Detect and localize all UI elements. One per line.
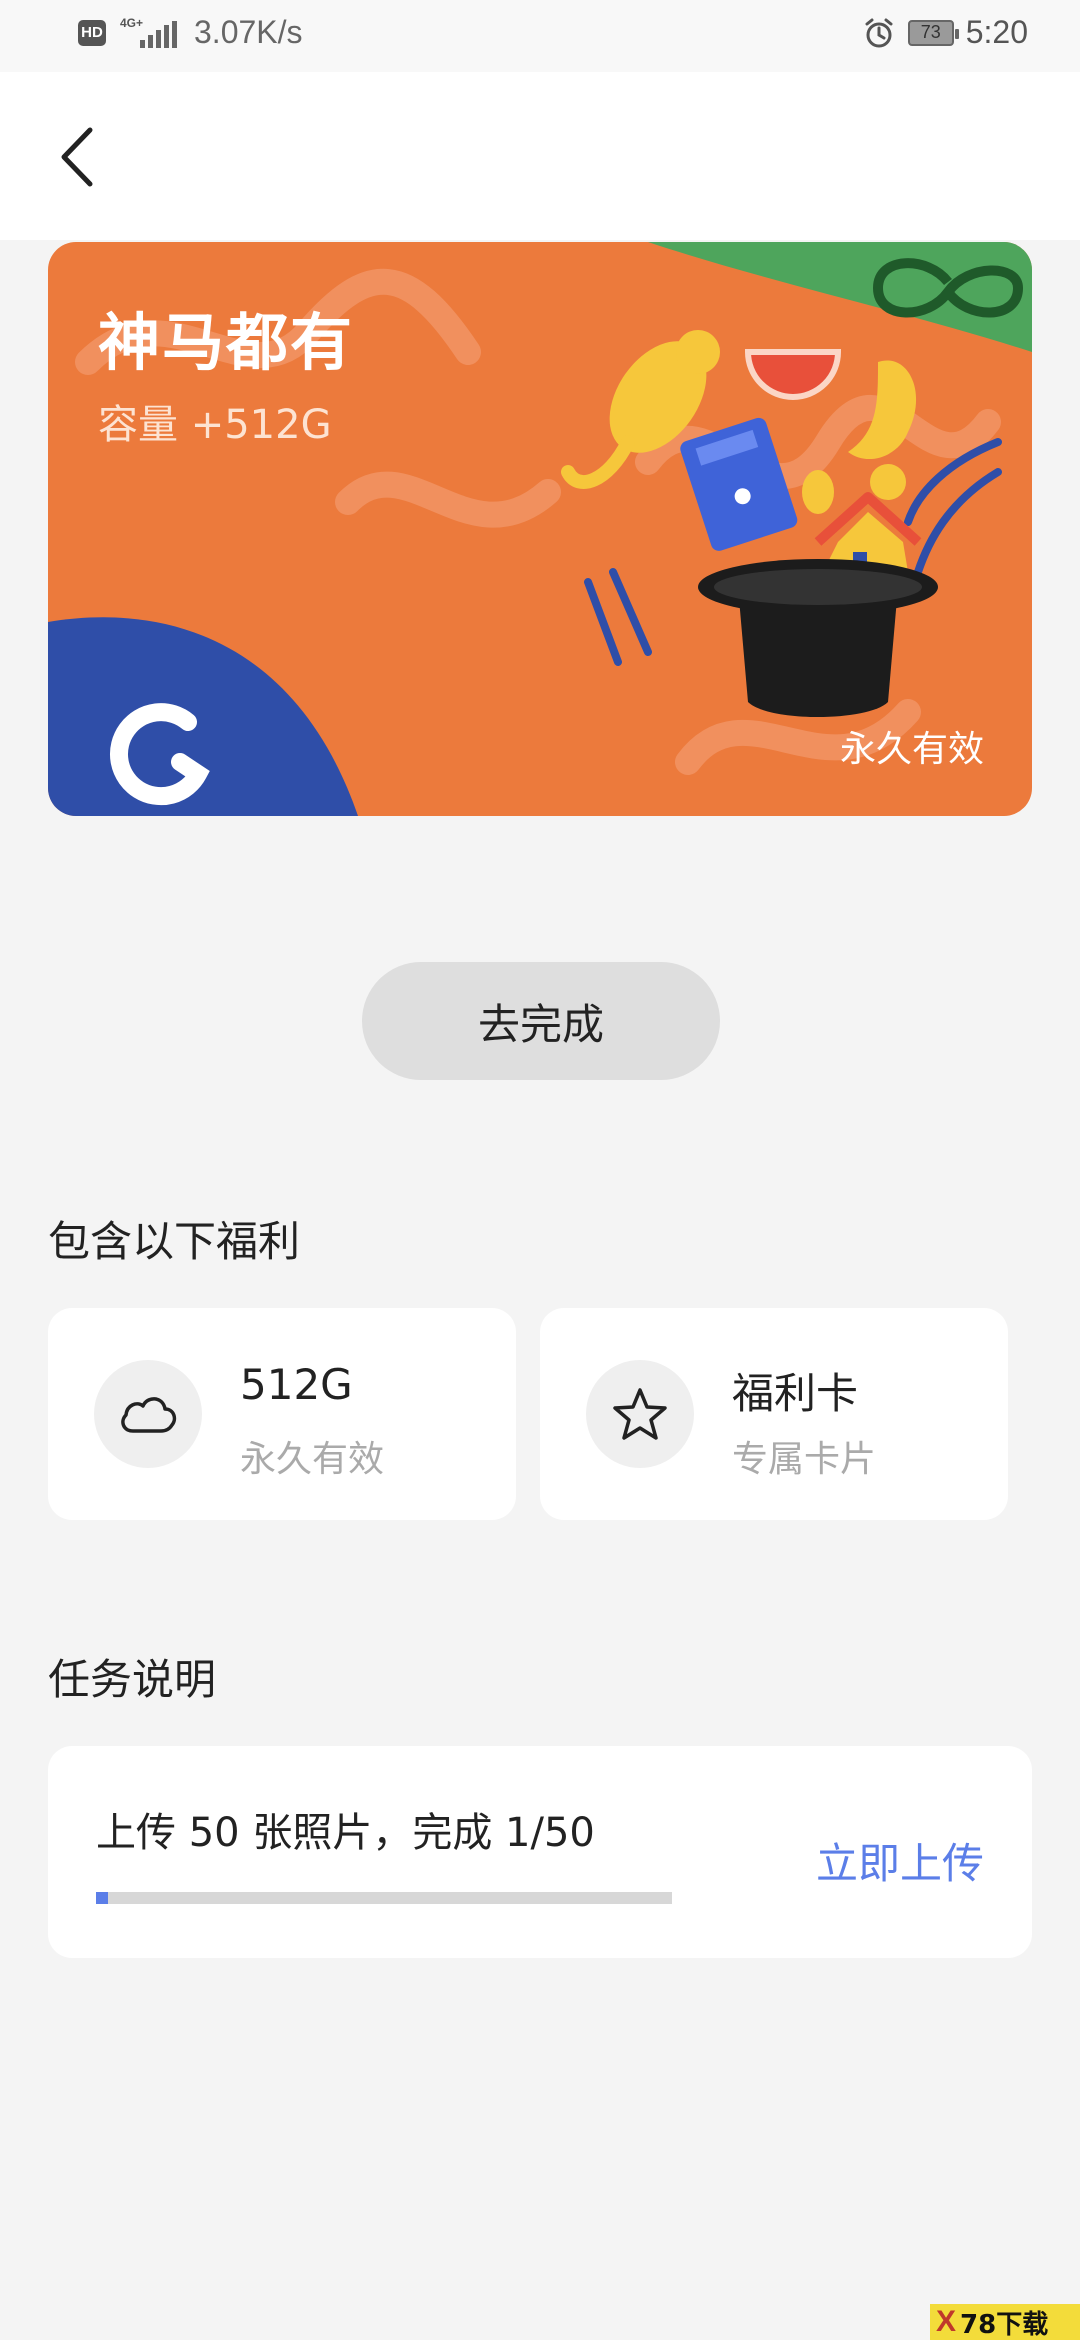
star-icon bbox=[586, 1360, 694, 1468]
task-title: 任务说明 bbox=[48, 1655, 217, 1704]
cloud-icon bbox=[94, 1360, 202, 1468]
signal-icon: 4G+ bbox=[120, 16, 180, 50]
watermark-logo: X 78下载 bbox=[930, 2304, 1080, 2340]
hero-title: 神马都有 bbox=[98, 306, 355, 379]
benefit-desc: 专属卡片 bbox=[732, 1439, 877, 1480]
clock: 5:20 bbox=[965, 14, 1028, 50]
benefit-card-welfare[interactable]: 福利卡 专属卡片 bbox=[540, 1308, 1008, 1520]
task-progress-bar bbox=[96, 1892, 672, 1904]
chevron-left-icon[interactable] bbox=[50, 122, 110, 192]
alarm-icon bbox=[865, 18, 893, 47]
hero-card: 神马都有 容量 +512G 永久有效 bbox=[48, 242, 1032, 816]
net-speed: 3.07K/s bbox=[194, 14, 303, 50]
benefits-title: 包含以下福利 bbox=[48, 1217, 301, 1266]
benefit-desc: 永久有效 bbox=[240, 1439, 385, 1480]
status-bar: HD 4G+ 3.07K/s 73 5:20 bbox=[0, 0, 1080, 72]
app-header bbox=[0, 72, 1080, 240]
task-progress-fill bbox=[96, 1892, 108, 1904]
task-card: 上传 50 张照片，完成 1/50 立即上传 bbox=[48, 1746, 1032, 1958]
hd-badge: HD bbox=[78, 19, 106, 46]
go-complete-button[interactable]: 去完成 bbox=[362, 962, 720, 1080]
upload-now-button[interactable]: 立即上传 bbox=[816, 1830, 984, 1891]
benefit-card-storage[interactable]: 512G 永久有效 bbox=[48, 1308, 516, 1520]
battery-icon: 73 bbox=[907, 19, 959, 46]
hero-validity: 永久有效 bbox=[839, 729, 984, 770]
benefit-name: 福利卡 bbox=[732, 1369, 859, 1418]
hero-capacity: 容量 +512G bbox=[98, 402, 332, 448]
task-description: 上传 50 张照片，完成 1/50 bbox=[96, 1810, 595, 1856]
benefit-name: 512G bbox=[240, 1360, 353, 1409]
